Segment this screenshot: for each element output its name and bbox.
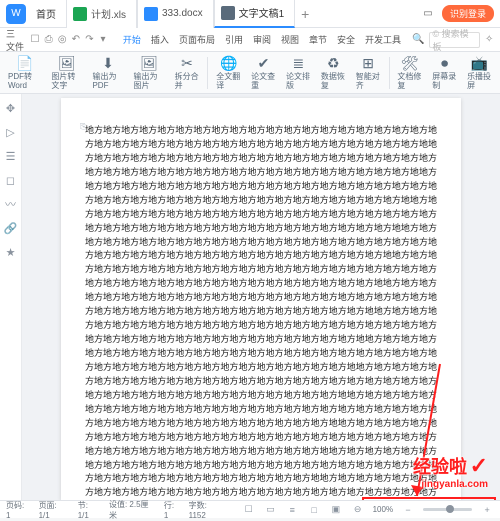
menu-review[interactable]: 审阅 <box>250 31 274 48</box>
redo-icon[interactable]: ↷ <box>85 33 95 47</box>
docx-icon <box>144 7 158 21</box>
ribbon: 📄PDF转Word 🖼图片转文字 ⬇输出为PDF 🖼输出为图片 ✂拆分合并 🌐全… <box>0 52 500 94</box>
zoom-slider[interactable] <box>423 508 472 511</box>
format-icon: ≣ <box>289 54 307 72</box>
status-pos: 设值: 2.5厘米 <box>109 499 156 521</box>
cast-icon: 📺 <box>470 54 488 72</box>
menu-view[interactable]: 视图 <box>278 31 302 48</box>
tab-file-1[interactable]: 333.docx <box>137 0 214 28</box>
xls-icon <box>73 7 87 21</box>
watermark: 经验啦 ✓ jingyanla.com <box>413 453 488 490</box>
ribbon-pdf2word[interactable]: 📄PDF转Word <box>6 53 43 92</box>
more-icon[interactable]: ✧ <box>484 33 494 47</box>
search-input[interactable]: © 搜索模板 <box>429 32 481 48</box>
ribbon-datarec[interactable]: ♻数据恢复 <box>319 53 348 92</box>
status-pages: 页面: 1/1 <box>39 500 70 520</box>
menu-section[interactable]: 章节 <box>306 31 330 48</box>
new-tab-button[interactable]: + <box>295 6 315 22</box>
ribbon-cast[interactable]: 📺乐播投屏 <box>465 53 494 92</box>
watermark-check-icon: ✓ <box>470 453 488 478</box>
ribbon-out-img[interactable]: 🖼输出为图片 <box>132 53 167 92</box>
tool-select-icon[interactable]: ▷ <box>3 124 19 140</box>
menu-bar: 三 文件 ☐ ⎙ ◎ ↶ ↷ ▾ 开始 插入 页面布局 引用 审阅 视图 章节 … <box>0 28 500 52</box>
tool-link-icon[interactable]: 🔗 <box>3 220 19 236</box>
menu-dev[interactable]: 开发工具 <box>362 31 404 48</box>
pdf-icon: 📄 <box>16 54 34 72</box>
txt-icon <box>221 6 235 20</box>
tool-draw-icon[interactable]: 〰 <box>3 196 19 212</box>
workspace: ✥ ▷ ☰ ◻ 〰 🔗 ★ ⎘ · 地方地方地方地方地方地方地方地方地方地方地方… <box>0 94 500 500</box>
ribbon-thesis-aid[interactable]: ≣论文排版 <box>284 53 313 92</box>
export-pdf-icon: ⬇ <box>99 54 117 72</box>
save-icon[interactable]: ☐ <box>30 33 40 47</box>
watermark-url: jingyanla.com <box>413 479 488 490</box>
tab-label: 333.docx <box>162 8 203 19</box>
view-outline-icon[interactable]: ≡ <box>285 503 299 517</box>
view-focus-icon[interactable]: ▣ <box>329 503 343 517</box>
menu-icon[interactable]: ▭ <box>420 6 436 22</box>
tab-label: 文字文稿1 <box>239 5 285 20</box>
zoom-plus-icon[interactable]: + <box>480 503 494 517</box>
search-icon[interactable]: 🔍 <box>412 33 424 47</box>
recover-icon: ♻ <box>324 54 342 72</box>
ribbon-screenrec[interactable]: ⏺屏幕录制 <box>430 53 459 92</box>
ribbon-translate[interactable]: 🌐全文翻译 <box>214 53 243 92</box>
home-tab[interactable]: 首页 <box>26 2 66 25</box>
file-menu[interactable]: 三 文件 <box>6 27 26 53</box>
record-icon: ⏺ <box>436 54 454 72</box>
zoom-value: 100% <box>373 505 393 514</box>
ribbon-out-pdf[interactable]: ⬇输出为PDF <box>90 53 125 92</box>
chevron-down-icon[interactable]: ▾ <box>98 33 108 47</box>
ocr-icon: 🖼 <box>58 54 76 72</box>
preview-icon[interactable]: ◎ <box>57 33 67 47</box>
ribbon-repair[interactable]: 🛠文档修复 <box>395 53 424 92</box>
view-read-icon[interactable]: □ <box>307 503 321 517</box>
page-marker: ⎘ · <box>80 122 91 132</box>
menu-insert[interactable]: 插入 <box>148 31 172 48</box>
undo-icon[interactable]: ↶ <box>71 33 81 47</box>
status-wordcount: 字数: 1152 <box>189 500 226 520</box>
title-bar: W 首页 计划.xls 333.docx 文字文稿1 + ▭ 识别登录 <box>0 0 500 28</box>
tool-text-icon[interactable]: ☰ <box>3 148 19 164</box>
tab-file-0[interactable]: 计划.xls <box>66 0 137 28</box>
tool-hand-icon[interactable]: ✥ <box>3 100 19 116</box>
status-section: 节: 1/1 <box>78 500 101 520</box>
document-body[interactable]: 地方地方地方地方地方地方地方地方地方地方地方地方地方地方地方地方地方地方地方地方… <box>85 124 437 500</box>
tab-label: 计划.xls <box>91 6 126 21</box>
ribbon-align[interactable]: ⊞智能对齐 <box>354 53 383 92</box>
print-icon[interactable]: ⎙ <box>44 33 54 47</box>
zoom-minus-icon[interactable]: − <box>401 503 415 517</box>
status-line: 行: 1 <box>164 500 181 520</box>
tool-shape-icon[interactable]: ◻ <box>3 172 19 188</box>
menu-start[interactable]: 开始 <box>120 31 144 48</box>
split-icon: ✂ <box>178 54 196 72</box>
menu-security[interactable]: 安全 <box>334 31 358 48</box>
view-print-icon[interactable]: ▭ <box>264 503 278 517</box>
align-icon: ⊞ <box>359 54 377 72</box>
menu-ref[interactable]: 引用 <box>222 31 246 48</box>
view-web-icon[interactable]: ☐ <box>242 503 256 517</box>
export-img-icon: 🖼 <box>140 54 158 72</box>
status-page: 页码: 1 <box>6 500 31 520</box>
app-logo: W <box>6 4 26 24</box>
menu-layout[interactable]: 页面布局 <box>176 31 218 48</box>
left-toolbar: ✥ ▷ ☰ ◻ 〰 🔗 ★ <box>0 94 22 500</box>
translate-icon: 🌐 <box>220 54 238 72</box>
canvas[interactable]: ⎘ · 地方地方地方地方地方地方地方地方地方地方地方地方地方地方地方地方地方地方… <box>22 94 500 500</box>
watermark-text: 经验啦 <box>413 457 467 477</box>
login-button[interactable]: 识别登录 <box>442 5 494 22</box>
zoom-thumb[interactable] <box>446 505 454 513</box>
status-bar: 页码: 1 页面: 1/1 节: 1/1 设值: 2.5厘米 行: 1 字数: … <box>0 500 500 518</box>
ribbon-pic2text[interactable]: 🖼图片转文字 <box>49 53 84 92</box>
zoom-out-icon[interactable]: ⊖ <box>351 503 365 517</box>
ribbon-thesis[interactable]: ✔论文查重 <box>249 53 278 92</box>
tool-bookmark-icon[interactable]: ★ <box>3 244 19 260</box>
document-page[interactable]: 地方地方地方地方地方地方地方地方地方地方地方地方地方地方地方地方地方地方地方地方… <box>61 98 461 500</box>
repair-icon: 🛠 <box>401 54 419 72</box>
check-icon: ✔ <box>255 54 273 72</box>
ribbon-split[interactable]: ✂拆分合并 <box>173 53 202 92</box>
tab-file-2[interactable]: 文字文稿1 <box>214 0 296 28</box>
